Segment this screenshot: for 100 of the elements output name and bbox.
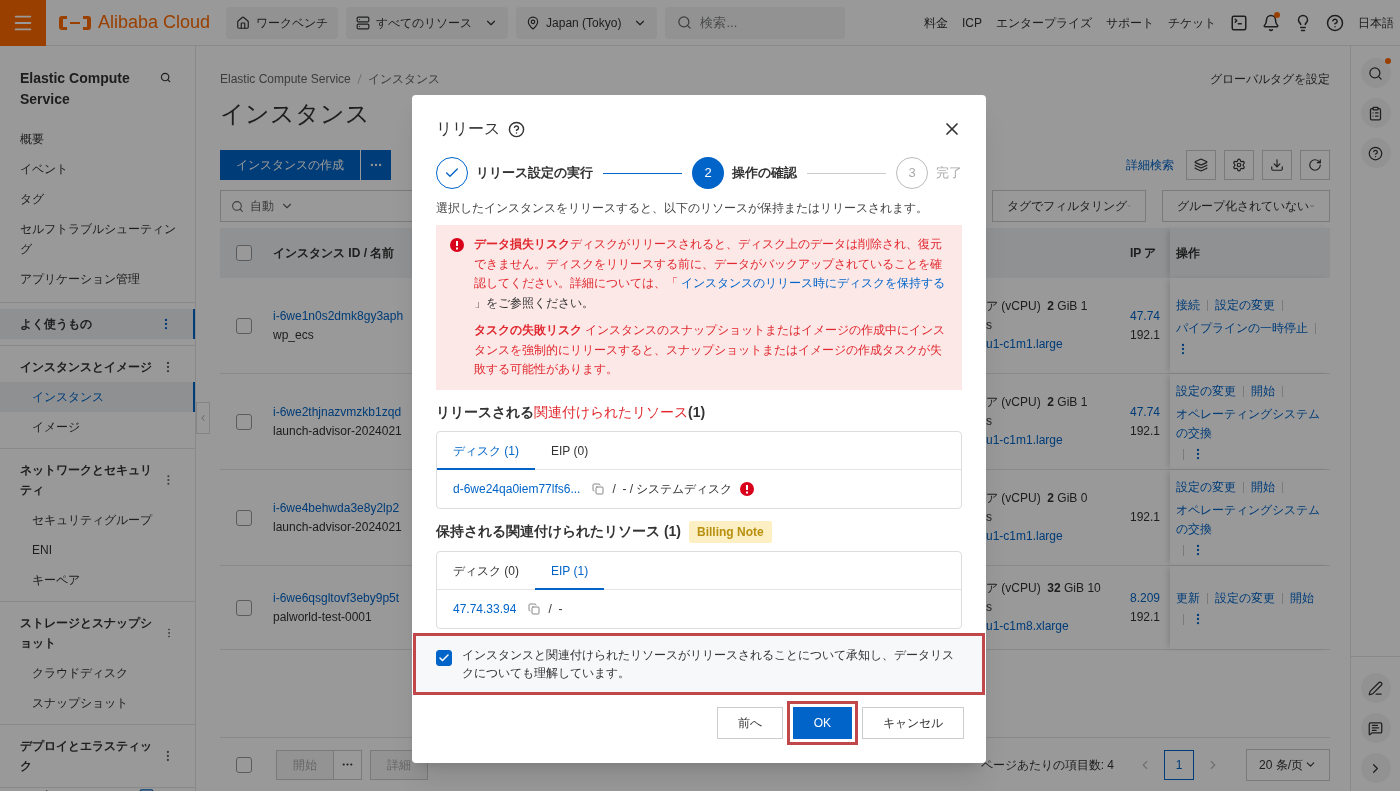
edit-icon[interactable] <box>1368 680 1383 696</box>
group-label: ストレージとスナップショット <box>20 615 153 652</box>
tool-button[interactable] <box>1186 150 1216 180</box>
checkbox[interactable] <box>236 509 252 526</box>
checklist-icon[interactable] <box>1368 105 1383 121</box>
instance-id-link[interactable]: i-6we1n0s2dmk8gy3aph <box>273 306 412 326</box>
action-link[interactable]: 設定の変更 <box>1215 295 1275 315</box>
resource-tab[interactable]: ディスク (0) <box>437 553 535 590</box>
tool-button[interactable] <box>1224 150 1254 180</box>
sidebar-item[interactable]: イメージ <box>0 412 195 442</box>
sidebar-group[interactable]: よく使うもの <box>0 309 195 339</box>
sidebar-group[interactable]: ストレージとスナップショット <box>0 608 195 658</box>
instance-id-link[interactable]: i-6we4behwda3e8y2lp2 <box>273 498 412 518</box>
checkbox[interactable] <box>436 650 452 666</box>
breadcrumb-link[interactable]: Elastic Compute Service <box>220 70 351 88</box>
group-label: デプロイとエラスティック <box>20 738 153 775</box>
resource-tab[interactable]: EIP (0) <box>535 433 605 470</box>
sidebar-item[interactable]: インスタンス <box>0 382 195 412</box>
action-link[interactable]: パイプラインの一時停止 <box>1176 318 1308 338</box>
copy-icon[interactable] <box>528 602 541 615</box>
search-icon[interactable] <box>159 71 171 84</box>
action-link[interactable]: 設定の変更 <box>1215 589 1275 608</box>
sidebar-item[interactable]: ENI <box>0 535 195 565</box>
action-link[interactable]: 設定の変更 <box>1176 478 1236 497</box>
help-icon[interactable] <box>1368 145 1383 161</box>
sidebar-group[interactable]: ネットワークとセキュリティ <box>0 455 195 505</box>
nav-button[interactable]: ワークベンチ <box>226 6 339 39</box>
resource-link[interactable]: d-6we24qa0iem77lfs6... <box>453 479 581 498</box>
sidebar-item[interactable]: キーペア <box>0 565 195 595</box>
global-tag-link[interactable]: グローバルタグを設定 <box>1210 70 1330 88</box>
checkbox[interactable] <box>236 599 252 616</box>
help-icon[interactable] <box>508 120 525 138</box>
sidebar-item[interactable]: クラウドディスク <box>0 658 195 688</box>
brand-name: Alibaba Cloud <box>98 11 211 34</box>
resource-tab[interactable]: EIP (1) <box>535 553 605 590</box>
copy-icon[interactable] <box>592 482 605 495</box>
action-link[interactable]: 接続 <box>1176 295 1200 315</box>
action-link[interactable]: 設定の変更 <box>1176 382 1236 401</box>
bell-icon[interactable] <box>1262 13 1280 32</box>
filter-dropdown[interactable]: タグでフィルタリング <box>992 190 1146 222</box>
checkbox[interactable] <box>236 413 252 430</box>
terminal-icon[interactable] <box>1230 13 1248 32</box>
resource-link[interactable]: 47.74.33.94 <box>453 599 517 618</box>
instance-type-link[interactable]: u1-c1m8.xlarge <box>986 617 1130 636</box>
instance-id-link[interactable]: i-6we6qsgltovf3eby9p5t <box>273 588 412 608</box>
spec-text: ア (vCPU) 2 GiB 1 <box>986 298 1089 315</box>
sidebar-item[interactable]: タグ <box>0 184 195 214</box>
checkbox[interactable] <box>236 317 252 334</box>
checkbox[interactable] <box>236 756 252 773</box>
nav-button[interactable]: すべてのリソース <box>346 6 509 39</box>
collapse-handle[interactable] <box>196 402 210 434</box>
dialog-button[interactable]: 前へ <box>716 707 783 739</box>
action-link[interactable]: 開始 <box>1251 382 1275 401</box>
breadcrumb-link[interactable]: インスタンス <box>367 70 440 88</box>
tool-button[interactable] <box>1300 150 1330 180</box>
sidebar-item[interactable]: セキュリティグループ <box>0 505 195 535</box>
feedback-icon[interactable] <box>1368 720 1383 736</box>
menu-button[interactable] <box>0 0 46 46</box>
action-link[interactable]: 更新 <box>1176 589 1200 608</box>
sidebar-item[interactable]: セルフトラブルシューティング <box>0 214 195 264</box>
dialog-button[interactable]: OK <box>792 707 852 739</box>
checkbox[interactable] <box>236 245 252 261</box>
nav-link[interactable]: サポート <box>1106 13 1154 32</box>
nav-button[interactable]: Japan (Tokyo) <box>516 6 658 39</box>
sidebar-item[interactable]: スナップショット <box>0 688 195 718</box>
dialog-button[interactable]: キャンセル <box>862 707 964 739</box>
instance-type-link[interactable]: u1-c1m1.large <box>986 527 1130 546</box>
help-icon[interactable] <box>1326 13 1344 32</box>
nav-link[interactable]: ICP <box>962 13 982 32</box>
filter-dropdown[interactable]: グループ化されていない <box>1162 190 1330 222</box>
sidebar-group[interactable]: デプロイとエラスティック <box>0 731 195 781</box>
action-link[interactable]: オペレーティングシステムの交換 <box>1176 501 1326 539</box>
column-header: IP ア <box>1130 245 1158 262</box>
instance-id-link[interactable]: i-6we2thjnazvmzkb1zqd <box>273 402 412 422</box>
sidebar-item[interactable]: アプリケーション管理 <box>0 264 195 294</box>
nav-link[interactable]: エンタープライズ <box>996 13 1092 32</box>
sidebar-item[interactable]: イベント <box>0 154 195 184</box>
settings-icon <box>1232 158 1246 172</box>
sidebar-item[interactable]: 概要 <box>0 124 195 154</box>
tool-button[interactable] <box>1262 150 1292 180</box>
page-size-select[interactable]: 20 条/页 <box>1246 748 1330 781</box>
page-button[interactable]: 1 <box>1164 749 1194 780</box>
nav-link[interactable]: チケット <box>1168 13 1216 32</box>
resource-tab[interactable]: ディスク (1) <box>437 433 535 470</box>
action-link[interactable]: 開始 <box>1290 589 1314 608</box>
instance-type-link[interactable]: u1-c1m1.large <box>986 431 1130 450</box>
advanced-search-link[interactable]: 詳細検索 <box>1126 156 1174 174</box>
action-link[interactable]: オペレーティングシステムの交換 <box>1176 405 1326 443</box>
instance-type-link[interactable]: u1-c1m1.large <box>986 335 1130 354</box>
search-input[interactable]: 検索... <box>700 12 821 33</box>
search-field[interactable]: 検索... <box>665 6 846 39</box>
language-link[interactable]: 日本語 <box>1358 13 1394 32</box>
acknowledgement-text: インスタンスと関連付けられたリソースがリリースされることについて承知し、データリスクについても理解しています。 <box>462 647 955 682</box>
nav-link[interactable]: 料金 <box>924 13 948 32</box>
search-mode-select[interactable]: 自動 <box>250 197 274 215</box>
action-link[interactable]: 開始 <box>1251 478 1275 497</box>
create-instance-button[interactable]: インスタンスの作成 <box>220 150 360 180</box>
help-link[interactable]: インスタンスのリリース時にディスクを保持する <box>681 276 946 290</box>
sidebar-group[interactable]: インスタンスとイメージ <box>0 352 195 382</box>
search-icon[interactable] <box>1368 65 1383 81</box>
